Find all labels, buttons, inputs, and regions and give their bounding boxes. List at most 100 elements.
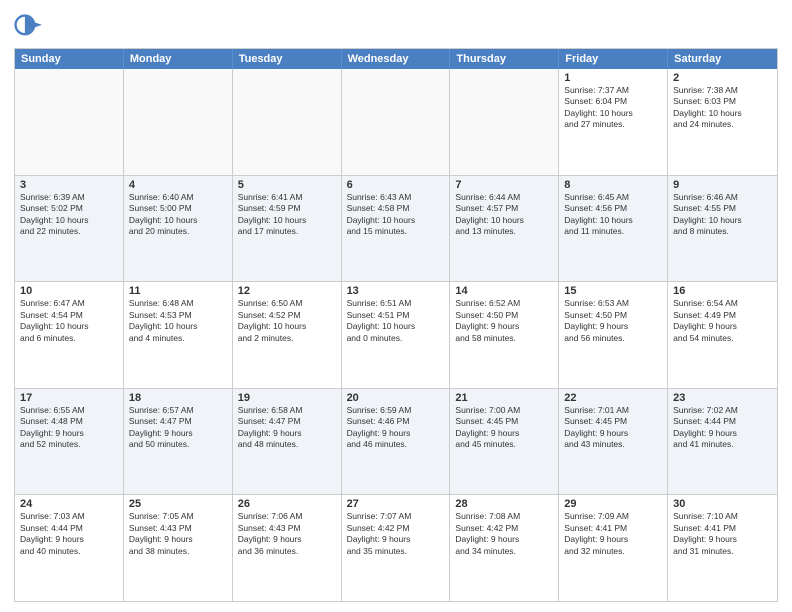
day-info: Sunrise: 6:44 AM Sunset: 4:57 PM Dayligh… bbox=[455, 192, 553, 238]
day-info: Sunrise: 6:50 AM Sunset: 4:52 PM Dayligh… bbox=[238, 298, 336, 344]
day-cell-20: 20Sunrise: 6:59 AM Sunset: 4:46 PM Dayli… bbox=[342, 389, 451, 495]
day-info: Sunrise: 6:52 AM Sunset: 4:50 PM Dayligh… bbox=[455, 298, 553, 344]
day-number: 17 bbox=[20, 392, 118, 404]
day-cell-6: 6Sunrise: 6:43 AM Sunset: 4:58 PM Daylig… bbox=[342, 176, 451, 282]
day-number: 11 bbox=[129, 285, 227, 297]
day-number: 21 bbox=[455, 392, 553, 404]
day-number: 2 bbox=[673, 72, 772, 84]
day-header-tuesday: Tuesday bbox=[233, 49, 342, 69]
week-row-1: 1Sunrise: 7:37 AM Sunset: 6:04 PM Daylig… bbox=[15, 69, 777, 175]
day-cell-29: 29Sunrise: 7:09 AM Sunset: 4:41 PM Dayli… bbox=[559, 495, 668, 601]
day-cell-23: 23Sunrise: 7:02 AM Sunset: 4:44 PM Dayli… bbox=[668, 389, 777, 495]
day-info: Sunrise: 6:59 AM Sunset: 4:46 PM Dayligh… bbox=[347, 405, 445, 451]
day-cell-17: 17Sunrise: 6:55 AM Sunset: 4:48 PM Dayli… bbox=[15, 389, 124, 495]
week-row-2: 3Sunrise: 6:39 AM Sunset: 5:02 PM Daylig… bbox=[15, 175, 777, 282]
calendar-body: 1Sunrise: 7:37 AM Sunset: 6:04 PM Daylig… bbox=[15, 69, 777, 601]
day-info: Sunrise: 6:43 AM Sunset: 4:58 PM Dayligh… bbox=[347, 192, 445, 238]
calendar: SundayMondayTuesdayWednesdayThursdayFrid… bbox=[14, 48, 778, 602]
day-cell-1: 1Sunrise: 7:37 AM Sunset: 6:04 PM Daylig… bbox=[559, 69, 668, 175]
day-cell-14: 14Sunrise: 6:52 AM Sunset: 4:50 PM Dayli… bbox=[450, 282, 559, 388]
empty-cell bbox=[342, 69, 451, 175]
empty-cell bbox=[124, 69, 233, 175]
day-info: Sunrise: 6:39 AM Sunset: 5:02 PM Dayligh… bbox=[20, 192, 118, 238]
day-info: Sunrise: 7:09 AM Sunset: 4:41 PM Dayligh… bbox=[564, 511, 662, 557]
day-info: Sunrise: 7:06 AM Sunset: 4:43 PM Dayligh… bbox=[238, 511, 336, 557]
day-info: Sunrise: 7:01 AM Sunset: 4:45 PM Dayligh… bbox=[564, 405, 662, 451]
day-cell-26: 26Sunrise: 7:06 AM Sunset: 4:43 PM Dayli… bbox=[233, 495, 342, 601]
day-info: Sunrise: 7:38 AM Sunset: 6:03 PM Dayligh… bbox=[673, 85, 772, 131]
day-info: Sunrise: 7:08 AM Sunset: 4:42 PM Dayligh… bbox=[455, 511, 553, 557]
day-cell-12: 12Sunrise: 6:50 AM Sunset: 4:52 PM Dayli… bbox=[233, 282, 342, 388]
day-cell-7: 7Sunrise: 6:44 AM Sunset: 4:57 PM Daylig… bbox=[450, 176, 559, 282]
day-number: 1 bbox=[564, 72, 662, 84]
day-number: 7 bbox=[455, 179, 553, 191]
day-number: 9 bbox=[673, 179, 772, 191]
day-info: Sunrise: 6:51 AM Sunset: 4:51 PM Dayligh… bbox=[347, 298, 445, 344]
day-info: Sunrise: 6:58 AM Sunset: 4:47 PM Dayligh… bbox=[238, 405, 336, 451]
day-cell-30: 30Sunrise: 7:10 AM Sunset: 4:41 PM Dayli… bbox=[668, 495, 777, 601]
day-cell-25: 25Sunrise: 7:05 AM Sunset: 4:43 PM Dayli… bbox=[124, 495, 233, 601]
day-number: 20 bbox=[347, 392, 445, 404]
day-number: 12 bbox=[238, 285, 336, 297]
week-row-5: 24Sunrise: 7:03 AM Sunset: 4:44 PM Dayli… bbox=[15, 494, 777, 601]
day-info: Sunrise: 7:05 AM Sunset: 4:43 PM Dayligh… bbox=[129, 511, 227, 557]
day-cell-10: 10Sunrise: 6:47 AM Sunset: 4:54 PM Dayli… bbox=[15, 282, 124, 388]
day-info: Sunrise: 6:48 AM Sunset: 4:53 PM Dayligh… bbox=[129, 298, 227, 344]
day-info: Sunrise: 6:45 AM Sunset: 4:56 PM Dayligh… bbox=[564, 192, 662, 238]
empty-cell bbox=[450, 69, 559, 175]
header bbox=[14, 10, 778, 42]
day-info: Sunrise: 6:41 AM Sunset: 4:59 PM Dayligh… bbox=[238, 192, 336, 238]
day-cell-27: 27Sunrise: 7:07 AM Sunset: 4:42 PM Dayli… bbox=[342, 495, 451, 601]
day-cell-5: 5Sunrise: 6:41 AM Sunset: 4:59 PM Daylig… bbox=[233, 176, 342, 282]
day-info: Sunrise: 7:07 AM Sunset: 4:42 PM Dayligh… bbox=[347, 511, 445, 557]
day-number: 29 bbox=[564, 498, 662, 510]
day-number: 18 bbox=[129, 392, 227, 404]
day-info: Sunrise: 6:46 AM Sunset: 4:55 PM Dayligh… bbox=[673, 192, 772, 238]
day-number: 30 bbox=[673, 498, 772, 510]
day-info: Sunrise: 6:40 AM Sunset: 5:00 PM Dayligh… bbox=[129, 192, 227, 238]
empty-cell bbox=[233, 69, 342, 175]
day-cell-24: 24Sunrise: 7:03 AM Sunset: 4:44 PM Dayli… bbox=[15, 495, 124, 601]
day-number: 26 bbox=[238, 498, 336, 510]
day-number: 6 bbox=[347, 179, 445, 191]
logo bbox=[14, 14, 46, 42]
day-number: 23 bbox=[673, 392, 772, 404]
day-number: 16 bbox=[673, 285, 772, 297]
day-number: 10 bbox=[20, 285, 118, 297]
day-number: 4 bbox=[129, 179, 227, 191]
day-headers: SundayMondayTuesdayWednesdayThursdayFrid… bbox=[15, 49, 777, 69]
day-cell-19: 19Sunrise: 6:58 AM Sunset: 4:47 PM Dayli… bbox=[233, 389, 342, 495]
day-cell-9: 9Sunrise: 6:46 AM Sunset: 4:55 PM Daylig… bbox=[668, 176, 777, 282]
day-cell-3: 3Sunrise: 6:39 AM Sunset: 5:02 PM Daylig… bbox=[15, 176, 124, 282]
day-info: Sunrise: 7:00 AM Sunset: 4:45 PM Dayligh… bbox=[455, 405, 553, 451]
day-number: 15 bbox=[564, 285, 662, 297]
day-header-wednesday: Wednesday bbox=[342, 49, 451, 69]
day-number: 28 bbox=[455, 498, 553, 510]
day-cell-16: 16Sunrise: 6:54 AM Sunset: 4:49 PM Dayli… bbox=[668, 282, 777, 388]
week-row-4: 17Sunrise: 6:55 AM Sunset: 4:48 PM Dayli… bbox=[15, 388, 777, 495]
day-info: Sunrise: 7:02 AM Sunset: 4:44 PM Dayligh… bbox=[673, 405, 772, 451]
day-number: 5 bbox=[238, 179, 336, 191]
day-header-monday: Monday bbox=[124, 49, 233, 69]
week-row-3: 10Sunrise: 6:47 AM Sunset: 4:54 PM Dayli… bbox=[15, 281, 777, 388]
day-header-saturday: Saturday bbox=[668, 49, 777, 69]
day-info: Sunrise: 6:57 AM Sunset: 4:47 PM Dayligh… bbox=[129, 405, 227, 451]
page: SundayMondayTuesdayWednesdayThursdayFrid… bbox=[0, 0, 792, 612]
day-number: 24 bbox=[20, 498, 118, 510]
day-number: 8 bbox=[564, 179, 662, 191]
day-cell-15: 15Sunrise: 6:53 AM Sunset: 4:50 PM Dayli… bbox=[559, 282, 668, 388]
day-cell-4: 4Sunrise: 6:40 AM Sunset: 5:00 PM Daylig… bbox=[124, 176, 233, 282]
day-cell-13: 13Sunrise: 6:51 AM Sunset: 4:51 PM Dayli… bbox=[342, 282, 451, 388]
day-info: Sunrise: 6:53 AM Sunset: 4:50 PM Dayligh… bbox=[564, 298, 662, 344]
day-number: 27 bbox=[347, 498, 445, 510]
day-info: Sunrise: 6:54 AM Sunset: 4:49 PM Dayligh… bbox=[673, 298, 772, 344]
day-cell-28: 28Sunrise: 7:08 AM Sunset: 4:42 PM Dayli… bbox=[450, 495, 559, 601]
day-info: Sunrise: 7:10 AM Sunset: 4:41 PM Dayligh… bbox=[673, 511, 772, 557]
day-number: 25 bbox=[129, 498, 227, 510]
day-cell-2: 2Sunrise: 7:38 AM Sunset: 6:03 PM Daylig… bbox=[668, 69, 777, 175]
logo-icon bbox=[14, 14, 42, 42]
day-cell-8: 8Sunrise: 6:45 AM Sunset: 4:56 PM Daylig… bbox=[559, 176, 668, 282]
day-cell-22: 22Sunrise: 7:01 AM Sunset: 4:45 PM Dayli… bbox=[559, 389, 668, 495]
day-info: Sunrise: 7:37 AM Sunset: 6:04 PM Dayligh… bbox=[564, 85, 662, 131]
empty-cell bbox=[15, 69, 124, 175]
